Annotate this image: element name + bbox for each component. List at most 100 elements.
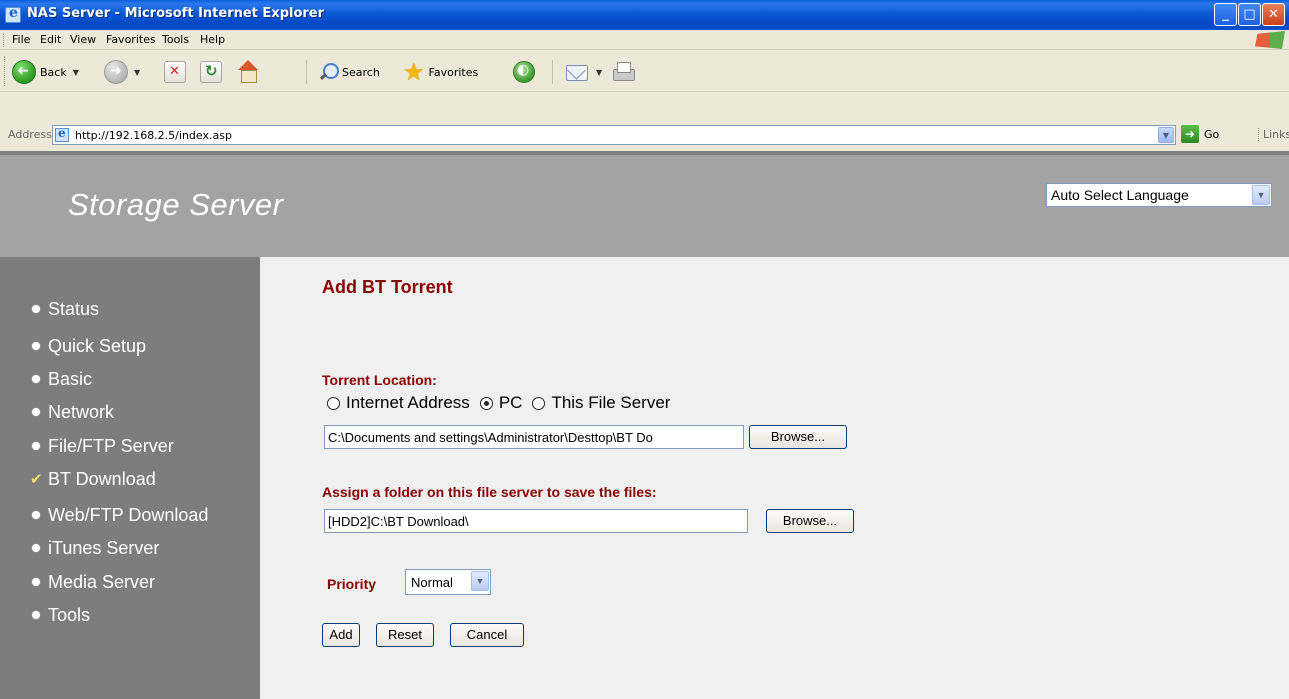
close-button[interactable]: ✕ <box>1262 3 1285 26</box>
radio-internet-address[interactable] <box>327 396 340 410</box>
cancel-button[interactable]: Cancel <box>450 623 524 647</box>
sidebar-item-label: File/FTP Server <box>48 435 174 456</box>
maximize-button[interactable]: □ <box>1238 3 1261 26</box>
chevron-down-icon[interactable]: ▼ <box>1252 185 1270 205</box>
favorites-button[interactable]: ★ Favorites <box>403 59 478 85</box>
address-url[interactable]: http://192.168.2.5/index.asp <box>75 129 232 142</box>
sidebar-item-media-server[interactable]: Media Server <box>32 570 155 594</box>
toolbar-separator <box>306 60 307 84</box>
page-icon <box>55 126 69 142</box>
priority-label: Priority <box>327 576 377 592</box>
radio-label-this-file-server[interactable]: This File Server <box>551 393 670 413</box>
sidebar-item-label: BT Download <box>48 468 156 489</box>
menubar-grip <box>3 33 6 47</box>
refresh-icon <box>200 61 222 83</box>
sidebar-item-quick-setup[interactable]: Quick Setup <box>32 334 146 358</box>
print-button[interactable] <box>612 59 635 85</box>
torrent-browse-button[interactable]: Browse... <box>749 425 847 449</box>
mail-dropdown-icon[interactable]: ▼ <box>596 68 602 77</box>
refresh-button[interactable] <box>200 59 222 85</box>
toolbar-separator <box>552 60 553 84</box>
window-titlebar: NAS Server - Microsoft Internet Explorer… <box>0 0 1289 30</box>
windows-flag-icon <box>1255 31 1285 49</box>
window-title: NAS Server - Microsoft Internet Explorer <box>27 6 325 21</box>
printer-icon <box>612 61 635 83</box>
priority-select[interactable]: Normal ▼ <box>405 569 491 595</box>
language-select[interactable]: Auto Select Language ▼ <box>1046 183 1272 207</box>
menu-help[interactable]: Help <box>200 33 225 46</box>
bullet-icon <box>32 342 40 350</box>
search-icon <box>318 62 339 82</box>
go-button[interactable]: ➜ Go <box>1181 125 1219 143</box>
back-label: Back <box>40 65 67 79</box>
site-title: Storage Server <box>68 187 284 222</box>
sidebar-item-tools[interactable]: Tools <box>32 603 90 627</box>
go-arrow-icon: ➜ <box>1181 125 1199 143</box>
bullet-icon <box>32 305 40 313</box>
media-button[interactable] <box>513 59 535 85</box>
forward-button[interactable]: ▼ <box>104 59 140 85</box>
stop-button[interactable] <box>164 59 186 85</box>
sidebar-item-label: Media Server <box>48 571 156 592</box>
search-button[interactable]: Search <box>318 59 380 85</box>
sidebar-item-label: Web/FTP Download <box>48 504 209 525</box>
bullet-icon <box>32 578 40 586</box>
sidebar-item-status[interactable]: Status <box>32 297 99 321</box>
bullet-icon <box>32 442 40 450</box>
back-dropdown-icon[interactable]: ▼ <box>73 68 79 77</box>
toolbar-grip <box>4 56 5 86</box>
chevron-down-icon[interactable]: ▼ <box>1158 127 1174 143</box>
reset-button[interactable]: Reset <box>376 623 434 647</box>
minimize-button[interactable]: _ <box>1214 3 1237 26</box>
save-folder-field[interactable]: [HDD2]C:\BT Download\ <box>324 509 748 533</box>
sidebar-item-label: Quick Setup <box>48 335 147 356</box>
sidebar-item-label: Basic <box>48 368 93 389</box>
sidebar: Status Quick Setup Basic Network File/FT… <box>0 257 260 699</box>
sidebar-item-network[interactable]: Network <box>32 400 114 424</box>
bullet-icon <box>32 408 40 416</box>
torrent-location-radios: Internet Address PC This File Server <box>327 393 680 413</box>
chevron-down-icon[interactable]: ▼ <box>471 571 489 591</box>
back-button[interactable]: Back ▼ <box>12 59 79 85</box>
torrent-path-field[interactable]: C:\Documents and settings\Administrator\… <box>324 425 744 449</box>
go-label: Go <box>1204 127 1220 141</box>
bullet-icon <box>32 375 40 383</box>
menu-file[interactable]: File <box>12 33 30 46</box>
mail-button[interactable]: ▼ <box>566 59 602 85</box>
sidebar-item-file-ftp-server[interactable]: File/FTP Server <box>32 434 174 458</box>
sidebar-item-label: iTunes Server <box>48 537 160 558</box>
favorites-label: Favorites <box>428 65 479 79</box>
menu-edit[interactable]: Edit <box>40 33 61 46</box>
page-title: Add BT Torrent <box>322 277 453 297</box>
torrent-location-label: Torrent Location: <box>322 372 437 388</box>
save-folder-browse-button[interactable]: Browse... <box>766 509 854 533</box>
menu-tools[interactable]: Tools <box>162 33 189 46</box>
forward-dropdown-icon[interactable]: ▼ <box>134 68 140 77</box>
sidebar-item-label: Status <box>48 298 100 319</box>
radio-this-file-server[interactable] <box>532 396 546 410</box>
standard-toolbar: Back ▼ ▼ Search ★ Favorites ▼ <box>0 50 1289 92</box>
star-icon: ★ <box>403 58 425 86</box>
main-content: Add BT Torrent Torrent Location: Interne… <box>260 257 1289 699</box>
sidebar-item-basic[interactable]: Basic <box>32 367 92 391</box>
address-bar: Address http://192.168.2.5/index.asp ▼ ➜… <box>0 92 1289 151</box>
sidebar-item-itunes-server[interactable]: iTunes Server <box>32 536 159 560</box>
add-button[interactable]: Add <box>322 623 360 647</box>
address-input[interactable]: http://192.168.2.5/index.asp ▼ <box>52 125 1176 145</box>
radio-label-pc[interactable]: PC <box>499 393 523 413</box>
menu-favorites[interactable]: Favorites <box>106 33 156 46</box>
ie-icon <box>5 5 21 23</box>
home-button[interactable] <box>236 59 260 85</box>
radio-pc[interactable] <box>479 396 493 410</box>
forward-arrow-icon <box>104 60 128 84</box>
sidebar-item-label: Tools <box>48 604 91 625</box>
menu-view[interactable]: View <box>70 33 96 46</box>
radio-label-internet-address[interactable]: Internet Address <box>346 393 470 413</box>
language-select-value: Auto Select Language <box>1051 187 1189 203</box>
priority-select-value: Normal <box>411 575 453 590</box>
sidebar-item-bt-download[interactable]: ✔ BT Download <box>30 467 156 491</box>
sidebar-item-web-ftp-download[interactable]: Web/FTP Download <box>32 503 208 527</box>
page-header: Storage Server Auto Select Language ▼ <box>0 151 1289 257</box>
sidebar-item-label: Network <box>48 401 115 422</box>
links-button[interactable]: Links <box>1258 128 1289 141</box>
